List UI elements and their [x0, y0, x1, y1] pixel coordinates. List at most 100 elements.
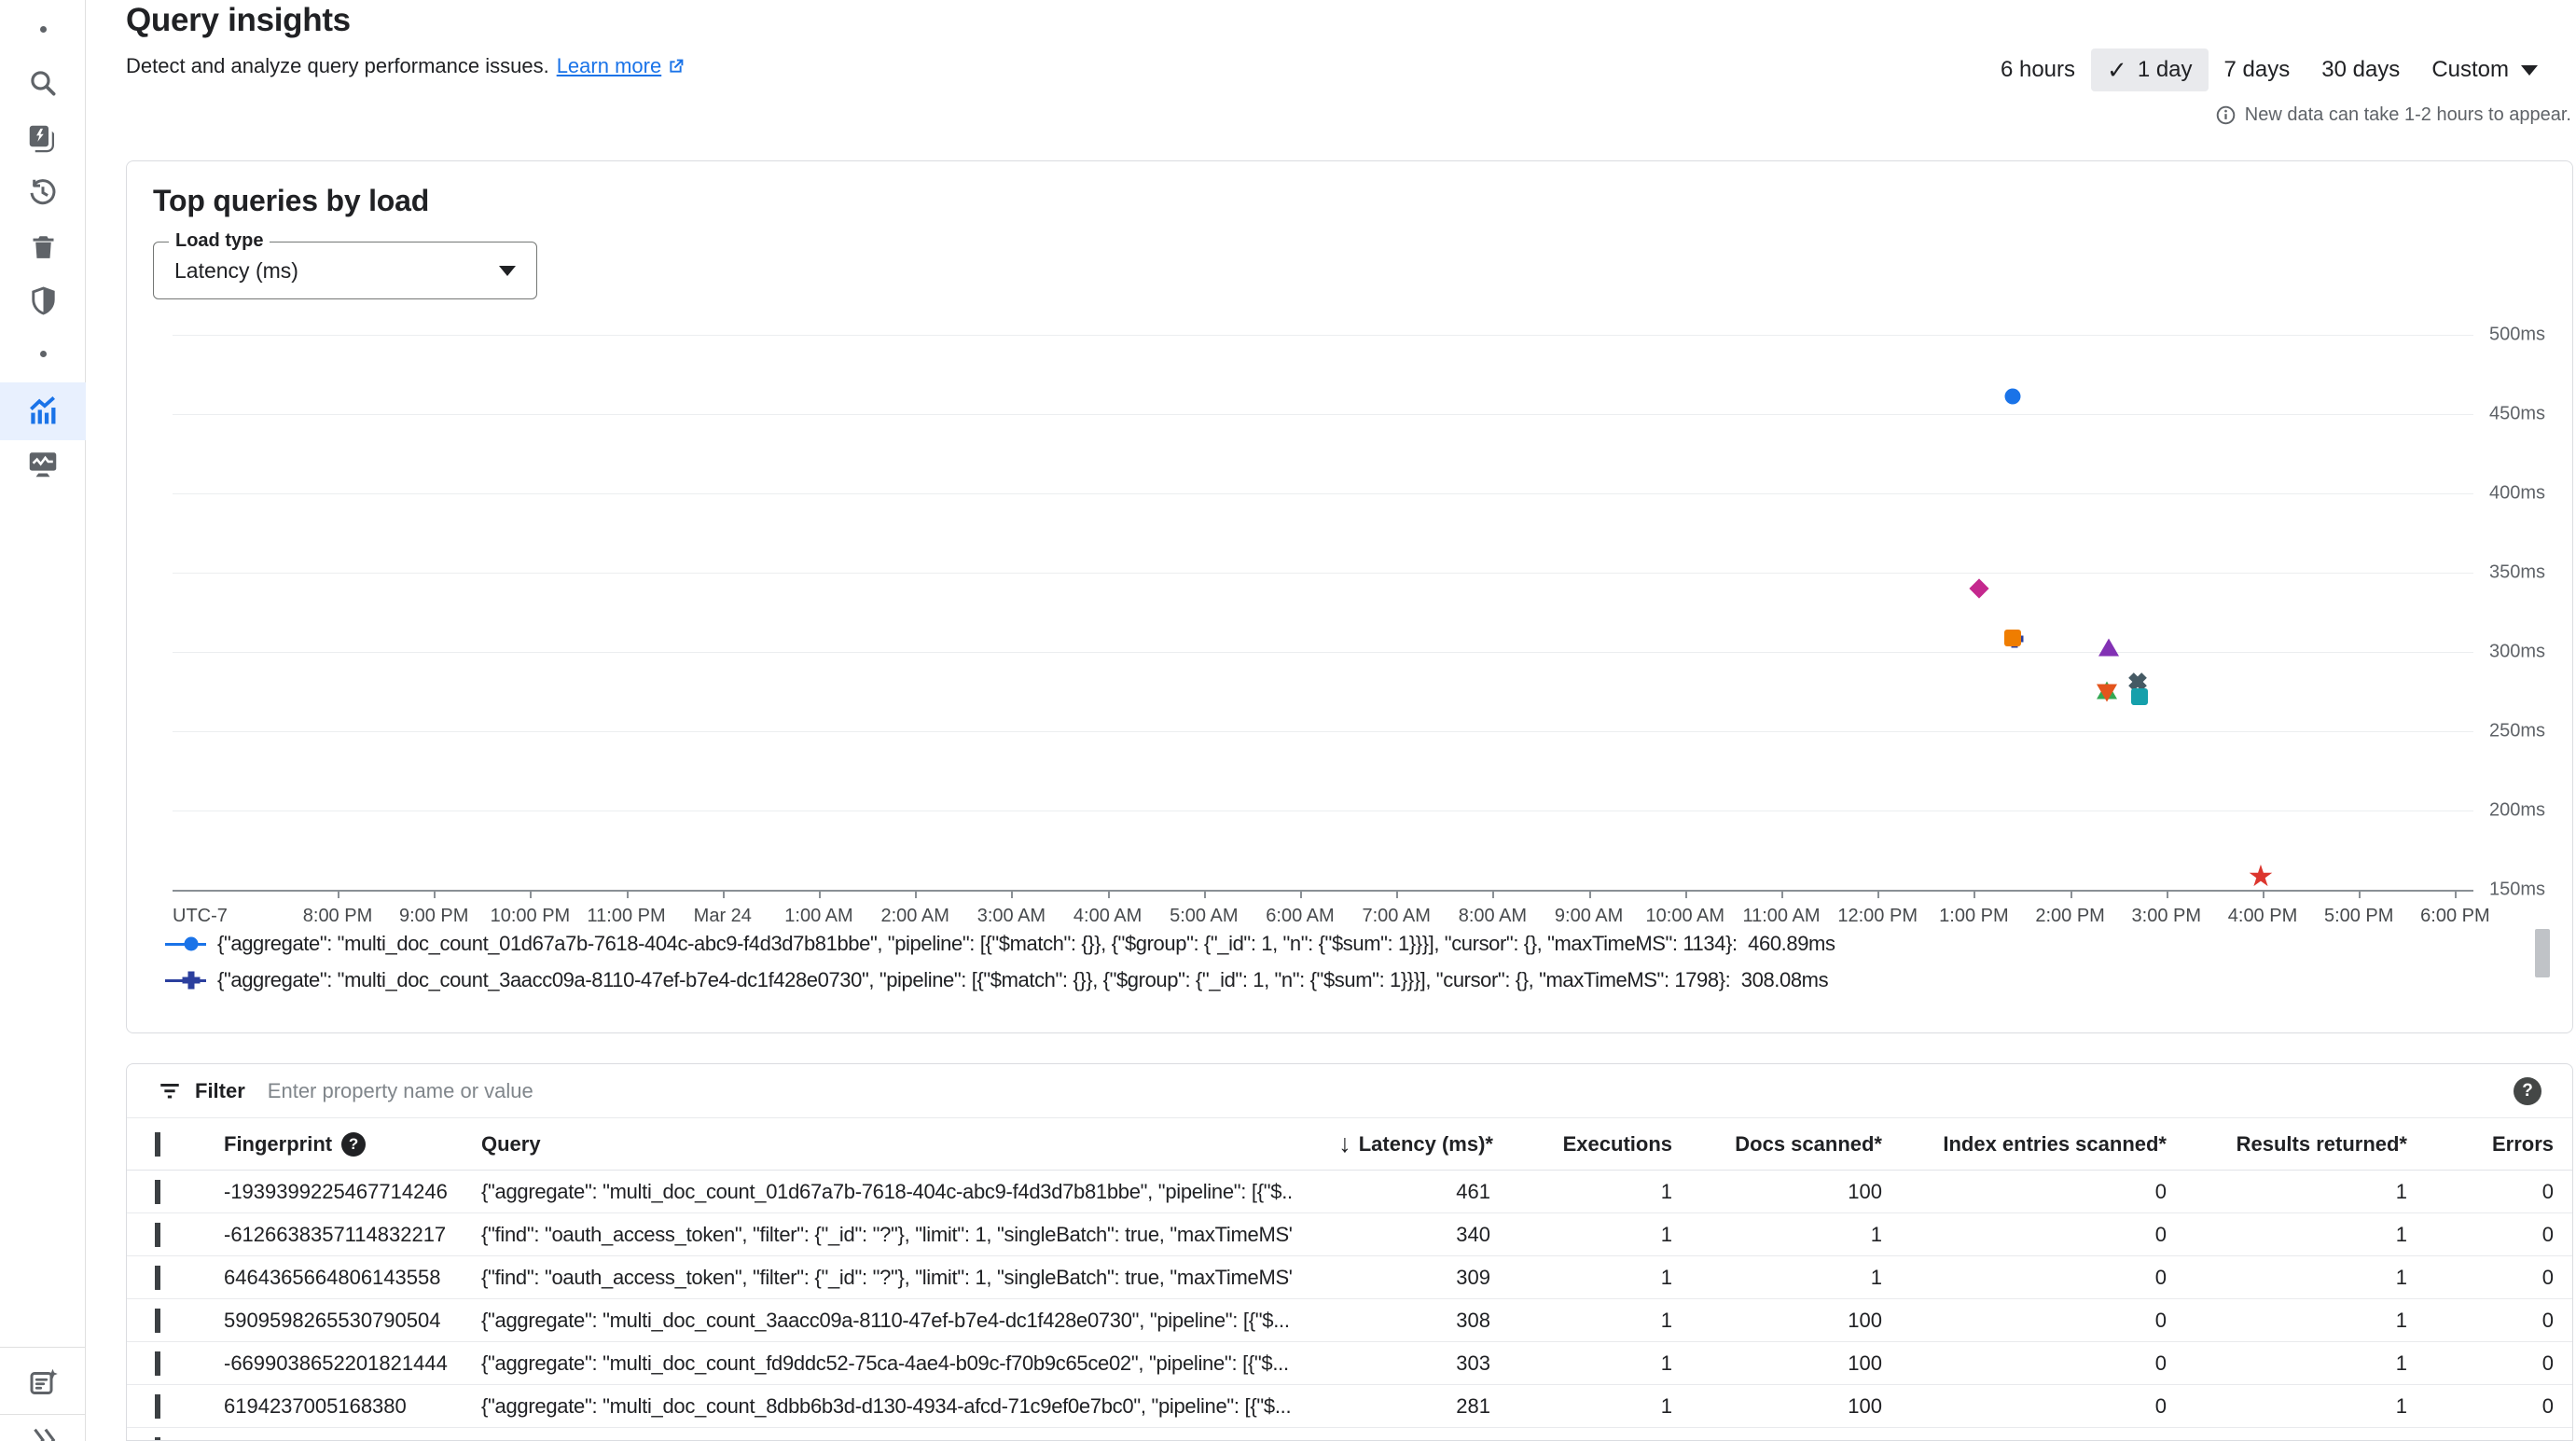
- sidebar-item-release-notes[interactable]: [0, 1354, 86, 1412]
- chevron-down-icon: [2521, 65, 2538, 76]
- row-checkbox-cell: [127, 1351, 201, 1376]
- x-axis-label: 6:00 PM: [2420, 906, 2489, 927]
- card-scrollbar-thumb[interactable]: [2535, 929, 2550, 977]
- cell-results_returned: 1: [2169, 1437, 2410, 1441]
- select-all-checkbox[interactable]: [155, 1132, 160, 1157]
- column-label: Latency (ms)*: [1359, 1132, 1493, 1157]
- row-checkbox[interactable]: [155, 1394, 160, 1419]
- row-checkbox[interactable]: [155, 1309, 160, 1333]
- table-row[interactable]: 5909598265530790504{"aggregate": "multi_…: [127, 1299, 2572, 1342]
- y-axis-label: 350ms: [2489, 562, 2545, 584]
- sidebar-item-trash[interactable]: [0, 217, 86, 275]
- table-help-icon[interactable]: ?: [2514, 1077, 2541, 1105]
- cell-fingerprint: -1939399225467714246: [201, 1180, 481, 1204]
- sidebar-item-collapse[interactable]: [0, 1421, 86, 1441]
- sidebar-item-dot-middle[interactable]: [0, 325, 86, 382]
- column-header-docs_scanned[interactable]: Docs scanned*: [1675, 1132, 1885, 1157]
- x-axis-label: 11:00 PM: [588, 906, 666, 927]
- learn-more-link[interactable]: Learn more: [557, 54, 686, 78]
- sidebar-item-query-insights[interactable]: [0, 382, 86, 440]
- sidebar-item-security[interactable]: [0, 271, 86, 329]
- cell-fingerprint: 5909598265530790504: [201, 1309, 481, 1333]
- time-range-1-day[interactable]: ✓ 1 day: [2091, 48, 2209, 91]
- data-point-circle[interactable]: [2004, 389, 2020, 405]
- table-row[interactable]: -6699038652201821444{"aggregate": "multi…: [127, 1342, 2572, 1385]
- x-axis-label: 10:00 PM: [491, 906, 571, 927]
- x-axis-label: 3:00 AM: [977, 906, 1046, 927]
- sidebar-item-system-insights[interactable]: [0, 435, 86, 492]
- time-range-6-hours[interactable]: 6 hours: [1985, 48, 2091, 91]
- table-row[interactable]: -8295002236194316765{"aggregate": "multi…: [127, 1428, 2572, 1441]
- load-type-select[interactable]: Load type Latency (ms): [153, 242, 537, 299]
- table-row[interactable]: 6194237005168380{"aggregate": "multi_doc…: [127, 1385, 2572, 1428]
- column-header-results_returned[interactable]: Results returned*: [2169, 1132, 2410, 1157]
- row-checkbox[interactable]: [155, 1437, 160, 1441]
- legend-item[interactable]: {"aggregate": "multi_doc_count_3aacc09a-…: [165, 968, 1835, 992]
- time-range-30-days[interactable]: 30 days: [2306, 48, 2416, 91]
- x-axis-tick: [1300, 890, 1302, 898]
- row-checkbox[interactable]: [155, 1351, 160, 1376]
- row-checkbox[interactable]: [155, 1223, 160, 1247]
- page-subtitle: Detect and analyze query performance iss…: [126, 54, 686, 78]
- gridline: [173, 573, 2473, 574]
- cell-fingerprint: 6194237005168380: [201, 1394, 481, 1419]
- scatter-plot: UTC-7 500ms450ms400ms350ms300ms250ms200m…: [173, 335, 2560, 950]
- y-axis-label: 200ms: [2489, 800, 2545, 822]
- cell-index_entries: 0: [1885, 1223, 2169, 1247]
- cell-latency: 461: [1293, 1180, 1493, 1204]
- column-header-query[interactable]: Query: [481, 1132, 1293, 1157]
- sidebar-item-dot-top[interactable]: [0, 0, 86, 58]
- data-point-square[interactable]: [2004, 630, 2021, 646]
- load-type-value: Latency (ms): [174, 258, 499, 284]
- x-axis-tick: [1877, 890, 1879, 898]
- data-point-diamond[interactable]: [1969, 578, 1988, 598]
- chart-legend: {"aggregate": "multi_doc_count_01d67a7b-…: [165, 932, 1835, 992]
- data-point-triangle-down[interactable]: [2097, 685, 2117, 702]
- data-point-triangle-up[interactable]: [2098, 638, 2119, 656]
- x-axis-tick: [2359, 890, 2361, 898]
- search-icon: [26, 66, 60, 100]
- x-axis-label: 12:00 PM: [1837, 906, 1918, 927]
- data-point-star[interactable]: ★: [2245, 860, 2277, 892]
- cell-index_entries: 0: [1885, 1394, 2169, 1419]
- column-header-errors[interactable]: Errors: [2410, 1132, 2556, 1157]
- cell-errors: 0: [2410, 1266, 2556, 1290]
- x-axis-label: 5:00 PM: [2324, 906, 2393, 927]
- dot-icon: [40, 351, 47, 357]
- row-checkbox[interactable]: [155, 1180, 160, 1204]
- time-range-7-days[interactable]: 7 days: [2209, 48, 2306, 91]
- cell-errors: 0: [2410, 1394, 2556, 1419]
- data-point-square[interactable]: [2131, 688, 2148, 705]
- table-row[interactable]: -1939399225467714246{"aggregate": "multi…: [127, 1171, 2572, 1213]
- table-row[interactable]: -6126638357114832217{"find": "oauth_acce…: [127, 1213, 2572, 1256]
- x-axis-tick: [2070, 890, 2072, 898]
- table-row[interactable]: 6464365664806143558{"find": "oauth_acces…: [127, 1256, 2572, 1299]
- filter-input[interactable]: [268, 1079, 1946, 1103]
- history-clock-icon: [26, 175, 60, 209]
- cell-docs_scanned: 1: [1675, 1266, 1885, 1290]
- gridline: [173, 493, 2473, 494]
- column-header-index_entries[interactable]: Index entries scanned*: [1885, 1132, 2169, 1157]
- time-range-custom[interactable]: Custom: [2416, 48, 2554, 91]
- cell-index_entries: 0: [1885, 1437, 2169, 1441]
- sidebar-item-query-editor[interactable]: [0, 110, 86, 168]
- header-checkbox-cell: [127, 1132, 201, 1157]
- cell-results_returned: 1: [2169, 1223, 2410, 1247]
- row-checkbox[interactable]: [155, 1266, 160, 1290]
- top-queries-card: Top queries by load Load type Latency (m…: [126, 160, 2573, 1033]
- gridline: [173, 335, 2473, 336]
- load-type-label: Load type: [169, 230, 270, 252]
- sidebar-item-search[interactable]: [0, 54, 86, 112]
- legend-label: {"aggregate": "multi_doc_count_01d67a7b-…: [217, 932, 1835, 956]
- sidebar-item-history[interactable]: [0, 163, 86, 221]
- legend-item[interactable]: {"aggregate": "multi_doc_count_01d67a7b-…: [165, 932, 1835, 956]
- x-axis-tick: [1108, 890, 1110, 898]
- filter-label: Filter: [195, 1079, 245, 1103]
- cell-fingerprint: -6699038652201821444: [201, 1351, 481, 1376]
- column-header-fingerprint[interactable]: Fingerprint?: [201, 1132, 481, 1157]
- cell-docs_scanned: 1: [1675, 1223, 1885, 1247]
- column-header-executions[interactable]: Executions: [1493, 1132, 1675, 1157]
- column-header-latency[interactable]: ↓Latency (ms)*: [1293, 1129, 1493, 1158]
- x-axis-tick: [2167, 890, 2168, 898]
- fingerprint-help-icon[interactable]: ?: [341, 1132, 366, 1157]
